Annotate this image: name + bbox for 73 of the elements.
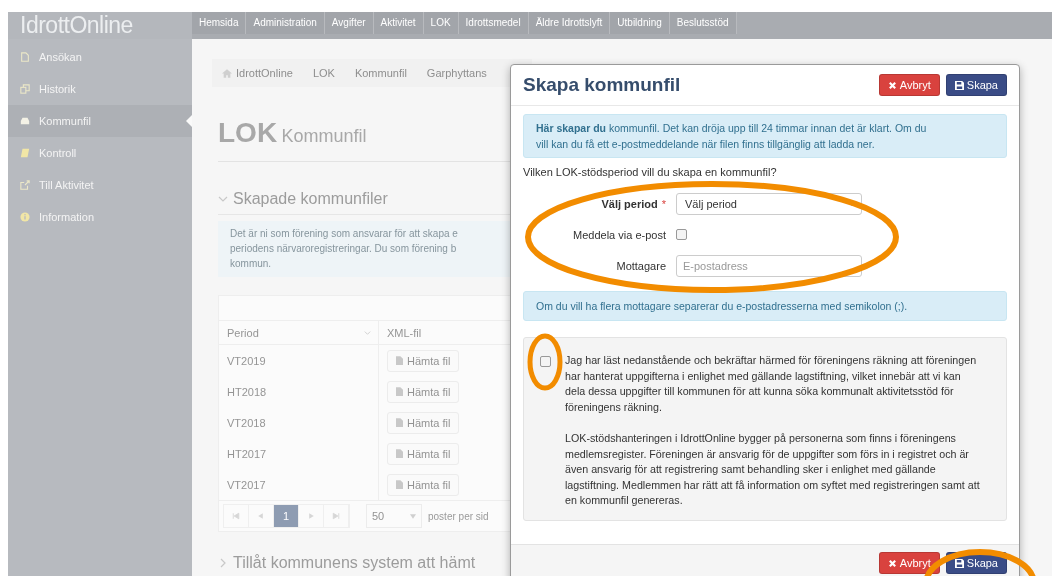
sidebar-item[interactable]: Kommunfil (8, 105, 192, 137)
checkbox[interactable] (676, 229, 687, 240)
table-cell: HT2017 (219, 438, 379, 469)
download-button[interactable]: Hämta fil (387, 411, 460, 434)
checkbox[interactable] (540, 356, 551, 367)
download-button[interactable]: Hämta fil (387, 442, 460, 465)
breadcrumb-link[interactable]: LOK (312, 67, 335, 79)
sidebar-item[interactable]: Information (8, 201, 192, 233)
file-icon (20, 52, 30, 62)
logo[interactable]: IdrottOnline (8, 12, 192, 39)
file-icon (396, 480, 403, 489)
copy-icon (20, 84, 30, 94)
column-header[interactable]: XML-fil (379, 326, 422, 339)
download-button[interactable]: Hämta fil (387, 380, 460, 403)
question-text: Vilken LOK-stödsperiod vill du skapa en kommunfil? (523, 166, 778, 178)
caret-icon (410, 513, 416, 519)
breadcrumb-link[interactable]: Kommunfil (354, 67, 407, 79)
cancel-button[interactable]: Avbryt (878, 74, 940, 96)
dialog-title: Skapa kommunfil (523, 74, 681, 96)
nav-link[interactable]: Hemsida (192, 12, 247, 34)
info-message: Här skapar du kommunfil. Det kan dröja upp till 24 timmar innan det är klart. Om du vill kan du få ett e-postmeddelande när filen finns tillgänglig att ladda ner. (523, 114, 1007, 158)
download-button[interactable]: Hämta fil (387, 349, 460, 372)
sort-icon[interactable] (363, 328, 372, 337)
nav-link[interactable]: Aktivitet (373, 12, 424, 34)
nav-link[interactable]: Avgifter (324, 12, 374, 34)
nav-link[interactable]: Idrottsmedel (458, 12, 529, 34)
consent-text: Jag har läst nedanstående och bekräftar härmed för föreningens räkning att föreningen har hanterat uppgifterna i enlighet med gällande lagstiftning, vilket innebär att vi kan dela dessa uppgifter till kommunen för att kunna söka kommunalt aktivitetsstöd för föreningens räkning. (565, 353, 978, 415)
nav-link[interactable]: Äldre Idrottslyft (528, 12, 611, 34)
hint-message: Om du vill ha flera mottagare separerar du e-postadresserna med semikolon (;). (523, 291, 1007, 321)
field-label: Mottagare (616, 259, 666, 272)
file-icon (396, 356, 403, 365)
period-select[interactable]: Välj period (676, 192, 862, 215)
chevron-down-icon[interactable] (218, 194, 228, 204)
breadcrumb-link[interactable]: IdrottOnline (236, 67, 293, 79)
nav-link[interactable]: Utbildning (610, 12, 670, 34)
sidebar-item[interactable]: Historik (8, 73, 192, 105)
external-link-icon (20, 180, 30, 190)
page-size-label: poster per sid (428, 510, 489, 522)
table-cell: VT2019 (219, 345, 379, 376)
cancel-button[interactable]: Avbryt (878, 552, 940, 574)
nav-link[interactable]: Beslutsstöd (669, 12, 737, 34)
chevron-right-icon[interactable] (218, 558, 228, 568)
page-number[interactable]: 1 (274, 505, 299, 527)
table-cell: VT2017 (219, 469, 379, 500)
save-button[interactable]: Skapa (945, 74, 1007, 96)
nav-link[interactable]: LOK (423, 12, 459, 34)
file-icon (396, 449, 403, 458)
file-icon (396, 418, 403, 427)
download-button[interactable]: Hämta fil (387, 473, 460, 496)
table-cell: VT2018 (219, 407, 379, 438)
table-cell: HT2018 (219, 376, 379, 407)
field-label: Meddela via e-post (573, 228, 666, 241)
nav-link[interactable]: Administration (246, 12, 325, 34)
inbox-icon (20, 116, 30, 126)
close-icon (887, 558, 897, 568)
annotation-ellipse (527, 333, 563, 391)
sidebar-item[interactable]: Kontroll (8, 137, 192, 169)
home-icon (222, 68, 232, 78)
column-header[interactable]: Period (219, 321, 379, 344)
email-input[interactable]: E-postadress (676, 254, 862, 277)
file-icon (396, 387, 403, 396)
sidebar-item[interactable]: Till Aktivitet (8, 169, 192, 201)
section-title[interactable]: Skapade kommunfiler (233, 190, 388, 208)
consent-text: LOK-stödshanteringen i IdrottOnline bygger på personerna som finns i föreningens medlemsregister. Föreningen är ansvarig för de uppgifter som förs in i registret och är även ansvarig för att registrering samt behandling sker i enlighet med gällande lagstiftning. Medlemmen har rätt att få information om syftet med registreringen samt att en kommunfil genereras. (565, 431, 981, 508)
breadcrumb-link[interactable]: Garphyttans (426, 67, 487, 79)
required-mark: * (661, 197, 666, 210)
field-label: Välj period (601, 197, 658, 210)
info-icon (20, 212, 30, 222)
page-size-select[interactable]: 50 (366, 504, 422, 528)
sidebar-item[interactable]: Ansökan (8, 41, 192, 73)
book-icon (20, 148, 30, 158)
close-icon (887, 80, 897, 90)
section-title[interactable]: Tillåt kommunens system att hämt (233, 554, 476, 572)
